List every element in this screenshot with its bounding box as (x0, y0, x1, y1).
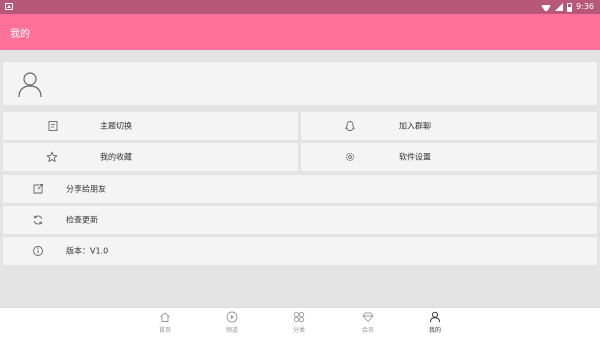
image-icon (5, 3, 13, 10)
nav-label-vip: 会员 (361, 327, 374, 334)
grid-icon (293, 311, 305, 323)
check-update-label: 检查更新 (66, 215, 98, 225)
user-icon (430, 311, 440, 323)
settings-item[interactable]: 软件设置 (301, 143, 597, 171)
favorites-label: 我的收藏 (100, 152, 132, 162)
gear-icon (345, 152, 355, 162)
nav-item-home[interactable]: 首页 (150, 311, 180, 337)
qq-icon (345, 121, 355, 131)
nav-item-mine[interactable]: 我的 (420, 311, 450, 337)
status-bar: 9:36 (0, 0, 600, 14)
signal-icon (555, 3, 564, 11)
join-group-label: 加入群聊 (399, 121, 431, 131)
diamond-icon (362, 312, 374, 322)
version-item[interactable]: 版本：V1.0 (3, 237, 597, 265)
favorites-item[interactable]: 我的收藏 (3, 143, 298, 171)
theme-switch-label: 主题切换 (100, 121, 132, 131)
share-item[interactable]: 分享给朋友 (3, 175, 597, 203)
refresh-icon (33, 215, 43, 225)
nav-item-category[interactable]: 分类 (284, 311, 314, 337)
share-icon (33, 184, 43, 194)
app-bar: 我的 (0, 14, 600, 50)
bottom-nav: 首页 频道 分类 会员 我的 (0, 307, 600, 338)
nav-label-mine: 我的 (428, 327, 441, 334)
status-clock: 9:36 (576, 2, 594, 11)
nav-label-home: 首页 (158, 327, 171, 334)
check-update-item[interactable]: 检查更新 (3, 206, 597, 234)
info-icon (33, 246, 43, 256)
avatar-icon (18, 72, 42, 98)
star-icon (46, 151, 58, 162)
join-group-item[interactable]: 加入群聊 (301, 112, 597, 140)
share-label: 分享给朋友 (66, 184, 106, 194)
page-title: 我的 (10, 29, 30, 40)
status-indicators: 9:36 (541, 1, 594, 13)
home-icon (160, 312, 170, 322)
profile-card[interactable] (3, 62, 597, 105)
theme-switch-item[interactable]: 主题切换 (3, 112, 298, 140)
battery-icon (567, 2, 573, 12)
note-icon (48, 121, 58, 131)
wifi-icon (541, 3, 551, 11)
nav-label-channel: 频道 (225, 327, 238, 334)
nav-item-channel[interactable]: 频道 (217, 311, 247, 337)
play-icon (226, 311, 238, 323)
nav-item-vip[interactable]: 会员 (353, 311, 383, 337)
version-label: 版本：V1.0 (66, 246, 109, 256)
settings-label: 软件设置 (399, 152, 431, 162)
nav-label-category: 分类 (292, 327, 305, 334)
